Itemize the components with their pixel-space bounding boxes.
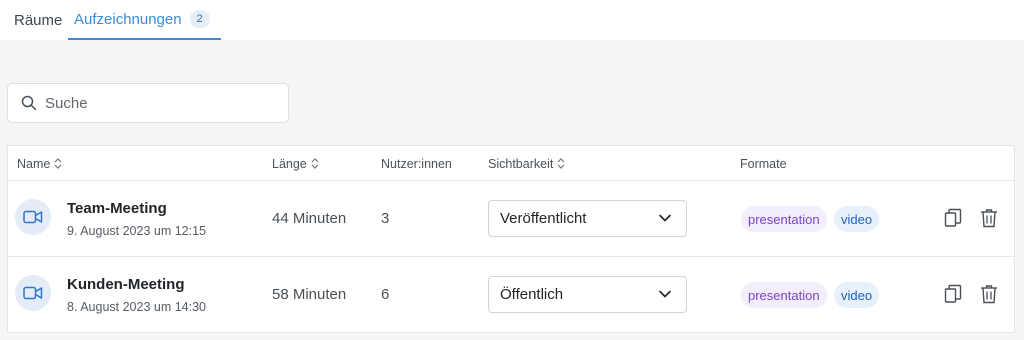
trash-icon (981, 285, 997, 304)
search-input[interactable] (45, 94, 265, 112)
column-header-name-label: Name (17, 156, 51, 171)
delete-button[interactable] (978, 283, 1000, 305)
trash-icon (981, 209, 997, 228)
column-header-users-label: Nutzer:innen (381, 156, 452, 171)
recording-name: Team-Meeting (67, 200, 167, 217)
table-header: Name Länge Nutzer:innen Sichtbarkeit For (8, 146, 1014, 181)
tab-rooms[interactable]: Räume (14, 0, 62, 40)
sort-icon (54, 158, 62, 169)
search-box[interactable] (7, 83, 289, 123)
copy-button[interactable] (942, 283, 964, 305)
format-badge-video[interactable]: video (834, 282, 880, 308)
recording-date: 8. August 2023 um 14:30 (67, 300, 206, 314)
copy-icon (944, 284, 962, 303)
visibility-select-value: Öffentlich (500, 286, 564, 303)
tab-recordings-label: Aufzeichnungen (74, 10, 182, 28)
format-badge-presentation[interactable]: presentation (741, 282, 827, 308)
column-header-formats-label: Formate (740, 156, 787, 171)
recording-name: Kunden-Meeting (67, 276, 185, 293)
column-header-length[interactable]: Länge (272, 146, 319, 181)
sort-icon (311, 158, 319, 169)
copy-icon (944, 208, 962, 227)
chevron-down-icon (659, 214, 671, 222)
tab-bar: Räume Aufzeichnungen 2 (0, 0, 1024, 40)
column-header-visibility[interactable]: Sichtbarkeit (488, 146, 565, 181)
recording-date: 9. August 2023 um 12:15 (67, 224, 206, 238)
search-icon (21, 95, 37, 111)
video-camera-icon (15, 275, 51, 311)
column-header-formats: Formate (740, 146, 787, 181)
format-badge-presentation[interactable]: presentation (741, 206, 827, 232)
column-header-name[interactable]: Name (17, 146, 62, 181)
recording-users: 3 (381, 210, 390, 227)
delete-button[interactable] (978, 207, 1000, 229)
format-badge-video[interactable]: video (834, 206, 880, 232)
table-row: Team-Meeting 9. August 2023 um 12:15 44 … (8, 181, 1014, 257)
sort-icon (557, 158, 565, 169)
video-camera-icon (15, 199, 51, 235)
tab-recordings[interactable]: Aufzeichnungen 2 (68, 0, 221, 40)
recording-users: 6 (381, 286, 390, 303)
chevron-down-icon (659, 290, 671, 298)
column-header-visibility-label: Sichtbarkeit (488, 156, 554, 171)
recording-length: 58 Minuten (272, 286, 347, 303)
recording-length: 44 Minuten (272, 210, 347, 227)
visibility-select-value: Veröffentlicht (500, 210, 587, 227)
recordings-table: Name Länge Nutzer:innen Sichtbarkeit For (7, 145, 1015, 333)
copy-button[interactable] (942, 207, 964, 229)
recordings-count-badge: 2 (189, 10, 210, 28)
visibility-select[interactable]: Veröffentlicht (488, 200, 687, 237)
visibility-select[interactable]: Öffentlich (488, 276, 687, 313)
column-header-users: Nutzer:innen (381, 146, 452, 181)
table-row: Kunden-Meeting 8. August 2023 um 14:30 5… (8, 257, 1014, 333)
column-header-length-label: Länge (272, 156, 307, 171)
tab-rooms-label: Räume (14, 11, 63, 29)
